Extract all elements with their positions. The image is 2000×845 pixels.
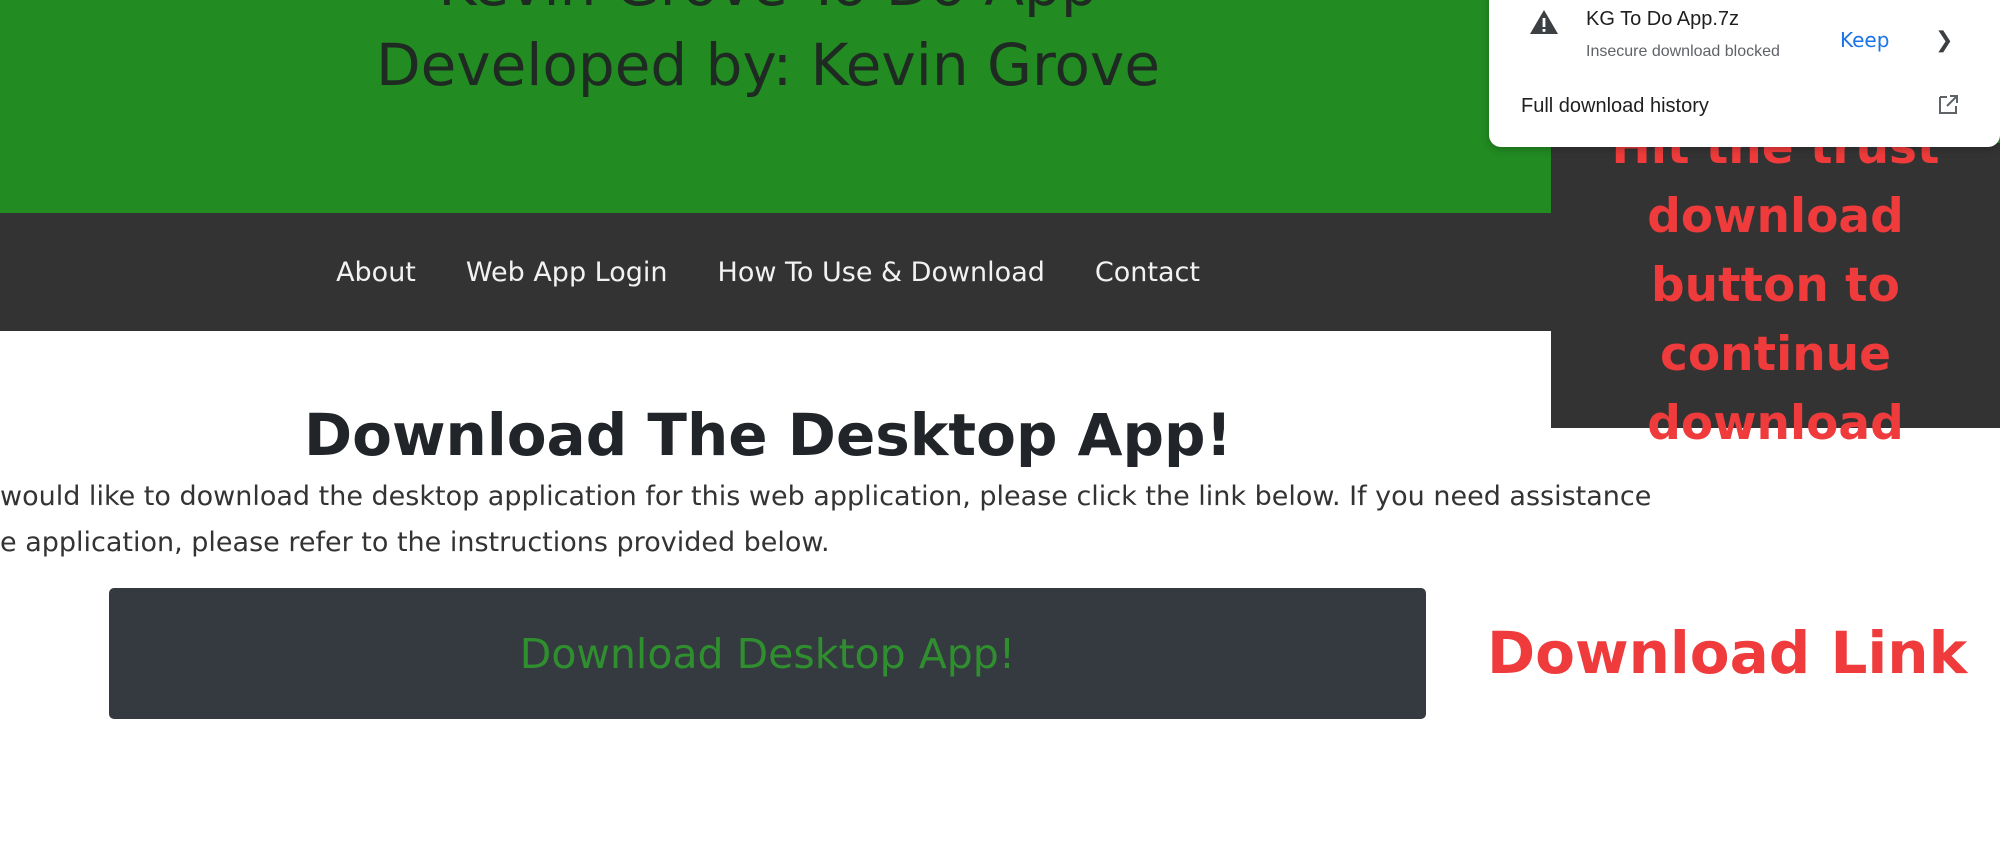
header-developer-line: Developed by: Kevin Grove [375,31,1161,99]
open-in-new-icon[interactable] [1936,93,1960,117]
intro-line-2: e application, please refer to the instr… [0,527,830,558]
trust-annotation-box: Hit the trust download button to continu… [1551,120,2000,451]
download-filename: KG To Do App.7z [1586,8,1740,30]
download-desktop-app-button[interactable]: Download Desktop App! [109,588,1426,719]
download-link-annotation: Download Link [1487,619,1968,687]
intro-paragraph: would like to download the desktop appli… [0,474,1680,566]
trust-annotation-text: Hit the trust download button to continu… [1611,120,1940,451]
download-status: Insecure download blocked [1586,43,1780,60]
warning-icon [1530,10,1558,34]
keep-download-button[interactable]: Keep [1840,28,1889,52]
nav-link-contact[interactable]: Contact [1070,257,1225,288]
header-title-partial: Kevin Grove To Do App [0,0,1536,14]
full-download-history-link[interactable]: Full download history [1521,95,1709,118]
download-panel: KG To Do App.7z Insecure download blocke… [1489,0,2000,147]
nav-links: About Web App Login How To Use & Downloa… [0,213,1536,331]
section-title: Download The Desktop App! [303,400,1233,469]
nav-link-how-to-use[interactable]: How To Use & Download [693,257,1070,288]
nav-link-about[interactable]: About [311,257,441,288]
chevron-right-icon[interactable]: ❯ [1935,28,1953,53]
nav-link-web-app-login[interactable]: Web App Login [441,257,693,288]
intro-line-1: would like to download the desktop appli… [0,481,1652,512]
